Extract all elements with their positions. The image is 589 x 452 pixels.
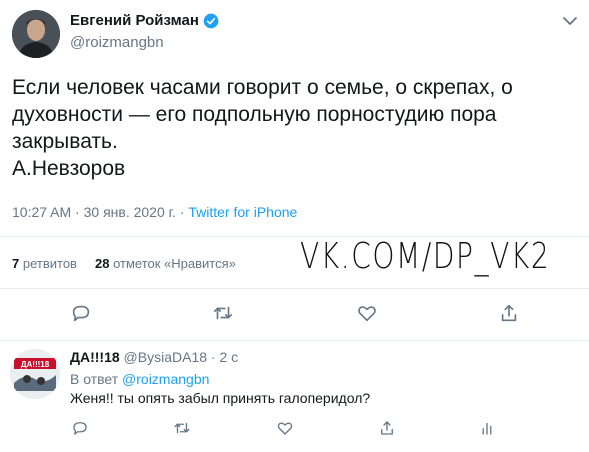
reply-to: В ответ @roizmangbn [70, 371, 209, 387]
tweet-text: Если человек часами говорит о семье, о с… [12, 74, 577, 182]
tweet-stats: 7 ретвитов 28 отметок «Нравится» [12, 256, 236, 271]
likes-stat[interactable]: 28 отметок «Нравится» [95, 256, 236, 271]
share-icon[interactable] [498, 302, 520, 324]
share-icon[interactable] [378, 419, 400, 441]
reply-avatar[interactable]: ДА!!!18 [10, 349, 60, 399]
reply-icon[interactable] [70, 302, 92, 324]
meta-separator: · [75, 204, 84, 220]
like-icon[interactable] [356, 302, 378, 324]
retweet-icon[interactable] [212, 302, 234, 324]
reply-time[interactable]: 2 с [219, 349, 238, 365]
tweet-date[interactable]: 30 янв. 2020 г. [84, 204, 176, 220]
reply-header: ДА!!!18 @BysiaDA18 · 2 с [70, 349, 238, 365]
author-name-text[interactable]: Евгений Ройзман [70, 12, 199, 29]
tweet-time[interactable]: 10:27 AM [12, 204, 71, 220]
reply-icon[interactable] [71, 419, 93, 441]
retweet-icon[interactable] [173, 419, 195, 441]
retweets-label: ретвитов [22, 256, 77, 271]
tweet-text-line: закрывать. [12, 130, 118, 153]
tweet-text-line: духовности — его подпольную порностудию … [12, 103, 497, 126]
tweet-timestamp: 10:27 AM · 30 янв. 2020 г. · Twitter for… [12, 204, 297, 220]
divider [0, 288, 589, 289]
retweets-stat[interactable]: 7 ретвитов [12, 256, 77, 271]
reply-avatar-text: ДА!!!18 [21, 360, 50, 369]
main-tweet: Евгений Ройзман @roizmangbn Если человек… [0, 0, 589, 340]
likes-label: отметок «Нравится» [113, 256, 236, 271]
author-avatar[interactable] [12, 10, 60, 58]
reply-author-name[interactable]: ДА!!!18 [70, 349, 120, 365]
retweets-count: 7 [12, 256, 20, 271]
reply-tweet[interactable]: ДА!!!18 ДА!!!18 @BysiaDA18 · 2 с В ответ… [0, 341, 589, 452]
tweet-text-line: А.Невзоров [12, 157, 126, 180]
reply-author-handle[interactable]: @BysiaDA18 [124, 349, 207, 365]
author-name[interactable]: Евгений Ройзман [70, 12, 219, 29]
reply-to-mention[interactable]: @roizmangbn [122, 371, 209, 387]
reply-text: Женя!! ты опять забыл принять галоперидо… [70, 390, 371, 406]
like-icon[interactable] [276, 419, 298, 441]
watermark: VK.COM/DP_VK2 [300, 236, 551, 277]
chevron-down-icon[interactable] [562, 14, 578, 26]
author-handle[interactable]: @roizmangbn [70, 34, 164, 51]
verified-badge-icon [203, 13, 219, 29]
analytics-icon[interactable] [478, 419, 500, 441]
reply-to-label: В ответ [70, 371, 119, 387]
tweet-text-line: Если человек часами говорит о семье, о с… [12, 76, 513, 99]
tweet-source-link[interactable]: Twitter for iPhone [188, 204, 297, 220]
reply-actions [0, 419, 589, 443]
tweet-actions [0, 302, 589, 326]
likes-count: 28 [94, 256, 110, 271]
